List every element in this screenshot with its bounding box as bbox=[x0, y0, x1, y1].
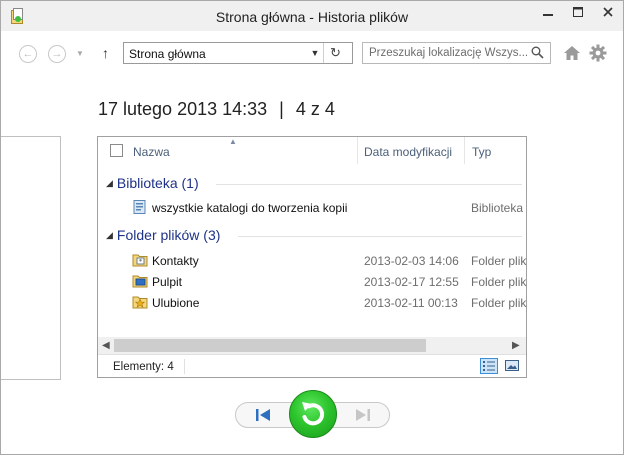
backup-date: 17 lutego 2013 14:33 bbox=[98, 99, 268, 119]
details-view-button[interactable] bbox=[480, 358, 498, 374]
item-name: Ulubione bbox=[152, 296, 200, 310]
recent-locations-dropdown[interactable]: ▼ bbox=[76, 49, 84, 58]
previous-version-button[interactable] bbox=[253, 406, 273, 424]
select-all-checkbox[interactable] bbox=[110, 144, 123, 157]
navigation-bar: ← → ▼ ↑ Strona główna ▼ ↻ Przeszukaj lok… bbox=[1, 31, 623, 75]
scroll-right-icon[interactable]: ▶ bbox=[512, 340, 520, 351]
previous-version-preview[interactable] bbox=[1, 136, 61, 380]
item-modified: 2013-02-11 00:13 bbox=[364, 296, 458, 310]
up-arrow-icon: ↑ bbox=[102, 45, 109, 61]
chevron-down-icon: ▼ bbox=[76, 49, 84, 58]
column-divider[interactable] bbox=[464, 137, 465, 164]
refresh-button[interactable]: ↻ bbox=[330, 45, 341, 61]
collapse-triangle-icon: ◢ bbox=[106, 230, 113, 240]
item-type: Biblioteka bbox=[471, 201, 524, 215]
item-count: Elementy: 4 bbox=[113, 361, 174, 373]
column-header-name[interactable]: Nazwa bbox=[133, 145, 170, 159]
details-view-icon bbox=[483, 361, 495, 371]
group-label: Folder plików (3) bbox=[116, 227, 221, 243]
column-divider[interactable] bbox=[357, 137, 358, 164]
home-icon[interactable] bbox=[563, 44, 581, 62]
forward-button[interactable]: → bbox=[48, 45, 66, 63]
minimize-button[interactable] bbox=[533, 1, 563, 23]
maximize-icon bbox=[573, 7, 583, 17]
sort-ascending-icon: ▲ bbox=[229, 137, 237, 146]
group-header-folders[interactable]: ◢ Folder plików (3) bbox=[106, 227, 220, 243]
scrollbar-thumb[interactable] bbox=[114, 339, 426, 352]
back-arrow-icon: ← bbox=[22, 48, 34, 60]
back-button[interactable]: ← bbox=[19, 45, 37, 63]
item-modified: 2013-02-17 12:55 bbox=[364, 275, 459, 289]
item-modified: 2013-02-03 14:06 bbox=[364, 254, 459, 268]
item-name: Kontakty bbox=[152, 254, 199, 268]
file-list-panel: ▲ Nazwa Data modyfikacji Typ ◢ Biblioteka… bbox=[97, 136, 527, 378]
close-button[interactable] bbox=[593, 1, 623, 23]
list-item[interactable]: wszystkie katalogi do tworzenia kopii Bi… bbox=[98, 198, 526, 217]
group-label: Biblioteka (1) bbox=[116, 175, 199, 191]
group-header-library[interactable]: ◢ Biblioteka (1) bbox=[106, 175, 199, 191]
chevron-down-icon: ▼ bbox=[310, 48, 320, 58]
column-header-row: ▲ Nazwa Data modyfikacji Typ bbox=[98, 137, 526, 164]
group-divider bbox=[238, 236, 522, 237]
backup-position: 4 z 4 bbox=[295, 99, 335, 119]
list-item[interactable]: Ulubione 2013-02-11 00:13 Folder plik bbox=[98, 293, 526, 312]
heading-separator: | bbox=[279, 99, 284, 119]
search-icon bbox=[531, 46, 544, 59]
favorites-folder-icon bbox=[132, 296, 148, 309]
restore-button[interactable] bbox=[289, 390, 337, 438]
restore-icon bbox=[302, 402, 325, 426]
address-divider bbox=[323, 43, 324, 63]
group-divider bbox=[216, 184, 522, 185]
title-bar: Strona główna - Historia plików bbox=[1, 1, 623, 31]
close-icon bbox=[603, 7, 613, 17]
refresh-icon: ↻ bbox=[330, 45, 341, 60]
list-item[interactable]: Pulpit 2013-02-17 12:55 Folder plik bbox=[98, 272, 526, 291]
search-placeholder: Przeszukaj lokalizację Wszys... bbox=[369, 47, 529, 59]
status-divider bbox=[184, 359, 185, 374]
next-version-button[interactable] bbox=[353, 406, 373, 424]
status-bar: Elementy: 4 bbox=[98, 354, 526, 378]
contacts-folder-icon bbox=[132, 254, 148, 267]
collapse-triangle-icon: ◢ bbox=[106, 178, 113, 188]
scroll-left-icon[interactable]: ◀ bbox=[102, 340, 110, 351]
desktop-folder-icon bbox=[132, 275, 148, 288]
search-input[interactable]: Przeszukaj lokalizację Wszys... bbox=[362, 42, 551, 64]
item-type: Folder plik bbox=[471, 296, 527, 310]
forward-arrow-icon: → bbox=[51, 48, 63, 60]
backup-version-heading: 17 lutego 2013 14:33 | 4 z 4 bbox=[98, 99, 335, 120]
item-name: Pulpit bbox=[152, 275, 183, 289]
minimize-icon bbox=[543, 14, 553, 16]
large-icons-view-icon[interactable] bbox=[504, 358, 520, 374]
up-button[interactable]: ↑ bbox=[102, 45, 109, 61]
window-title: Strona główna - Historia plików bbox=[215, 9, 409, 25]
item-type: Folder plik bbox=[471, 275, 527, 289]
item-name: wszystkie katalogi do tworzenia kopii bbox=[152, 201, 348, 215]
gear-icon[interactable] bbox=[589, 44, 607, 62]
horizontal-scrollbar[interactable]: ◀ ▶ bbox=[98, 337, 526, 354]
address-path: Strona główna bbox=[129, 47, 206, 61]
file-history-window: Strona główna - Historia plików ← → ▼ ↑ … bbox=[0, 0, 624, 455]
column-header-type[interactable]: Typ bbox=[472, 145, 491, 159]
maximize-button[interactable] bbox=[563, 1, 593, 23]
library-icon bbox=[133, 200, 146, 214]
item-type: Folder plik bbox=[471, 254, 527, 268]
address-dropdown-button[interactable]: ▼ bbox=[308, 48, 322, 60]
list-item[interactable]: Kontakty 2013-02-03 14:06 Folder plik bbox=[98, 251, 526, 270]
column-header-modified[interactable]: Data modyfikacji bbox=[364, 145, 452, 159]
address-bar[interactable]: Strona główna ▼ ↻ bbox=[123, 42, 353, 64]
